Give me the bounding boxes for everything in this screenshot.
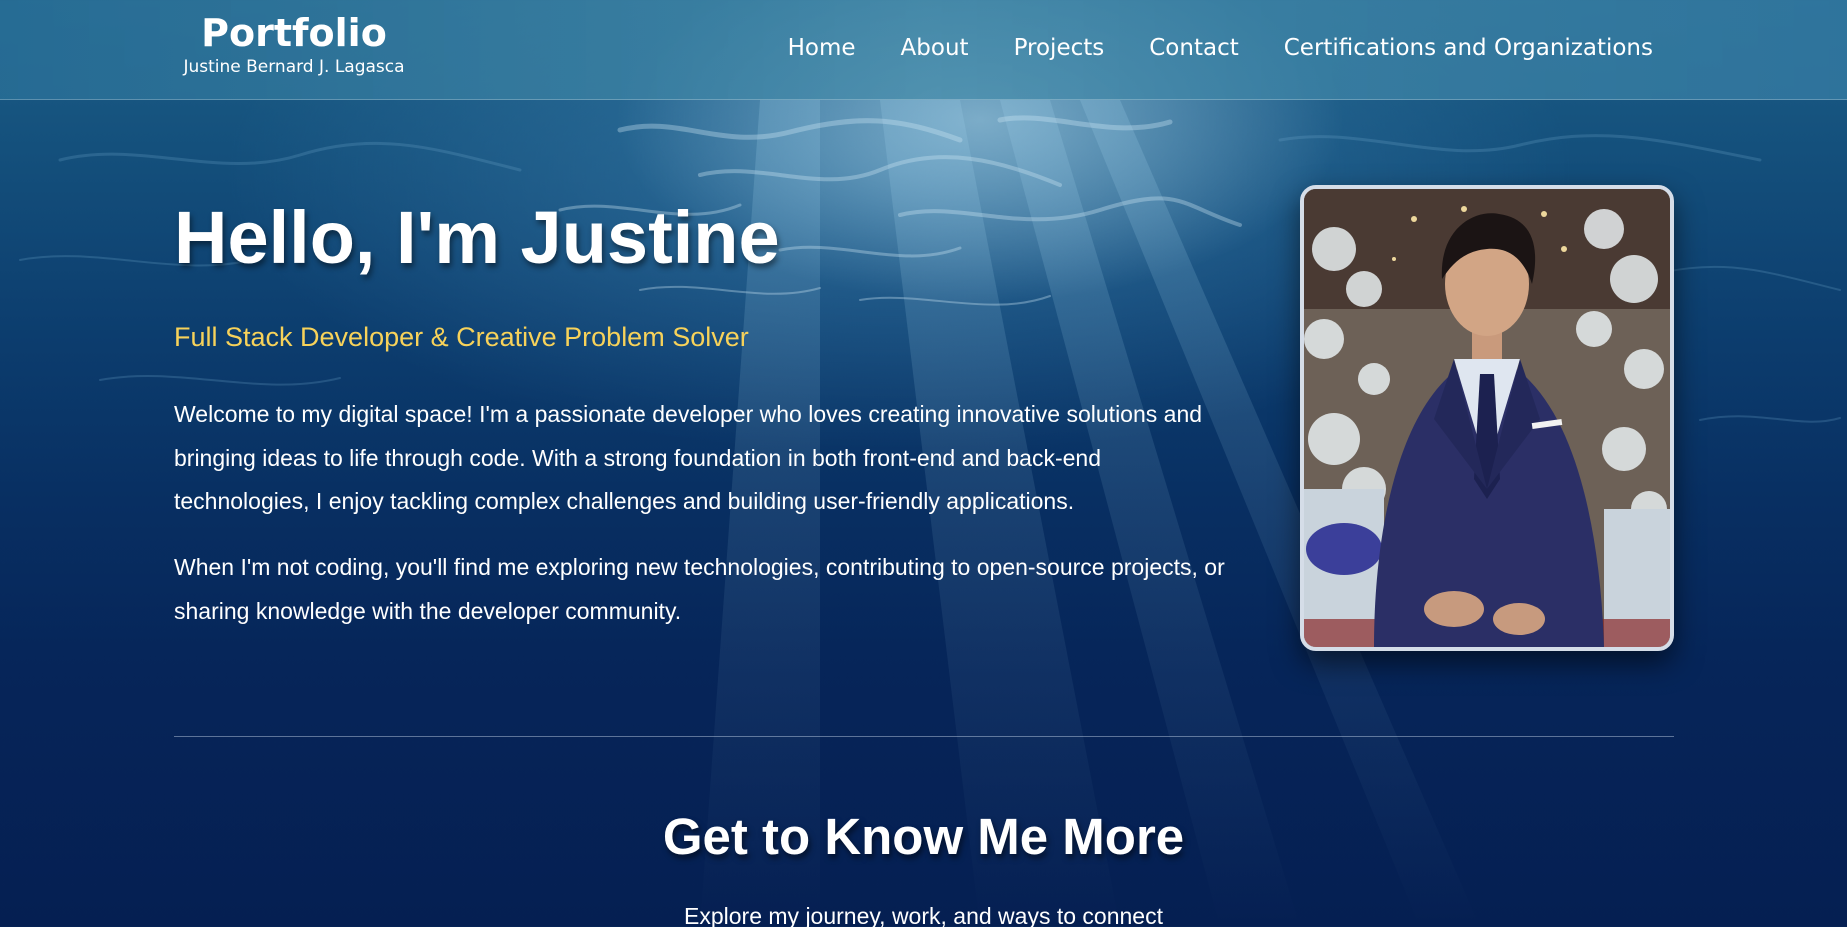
top-navbar: Portfolio Justine Bernard J. Lagasca Hom… (0, 0, 1847, 100)
brand-block[interactable]: Portfolio Justine Bernard J. Lagasca (174, 10, 414, 78)
nav-link-about[interactable]: About (901, 32, 969, 64)
nav-link-projects[interactable]: Projects (1014, 32, 1105, 64)
nav-link-home[interactable]: Home (788, 32, 856, 64)
intro-paragraph: Welcome to my digital space! I'm a passi… (174, 401, 1203, 514)
section-subtitle: Explore my journey, work, and ways to co… (684, 903, 1163, 927)
section-divider (174, 736, 1674, 737)
hobbies-paragraph: When I'm not coding, you'll find me expl… (174, 554, 1225, 624)
main-nav: Home About Projects Contact Certificatio… (788, 32, 1653, 64)
brand-title[interactable]: Portfolio (174, 10, 414, 56)
brand-subtitle: Justine Bernard J. Lagasca (183, 57, 405, 77)
nav-link-contact[interactable]: Contact (1149, 32, 1238, 64)
hero-title: Hello, I'm Justine (174, 196, 780, 279)
hero-subtitle: Full Stack Developer & Creative Problem … (174, 322, 749, 352)
section-title: Get to Know Me More (662, 808, 1185, 865)
nav-link-certifications[interactable]: Certifications and Organizations (1284, 32, 1653, 64)
profile-photo (1300, 185, 1674, 651)
